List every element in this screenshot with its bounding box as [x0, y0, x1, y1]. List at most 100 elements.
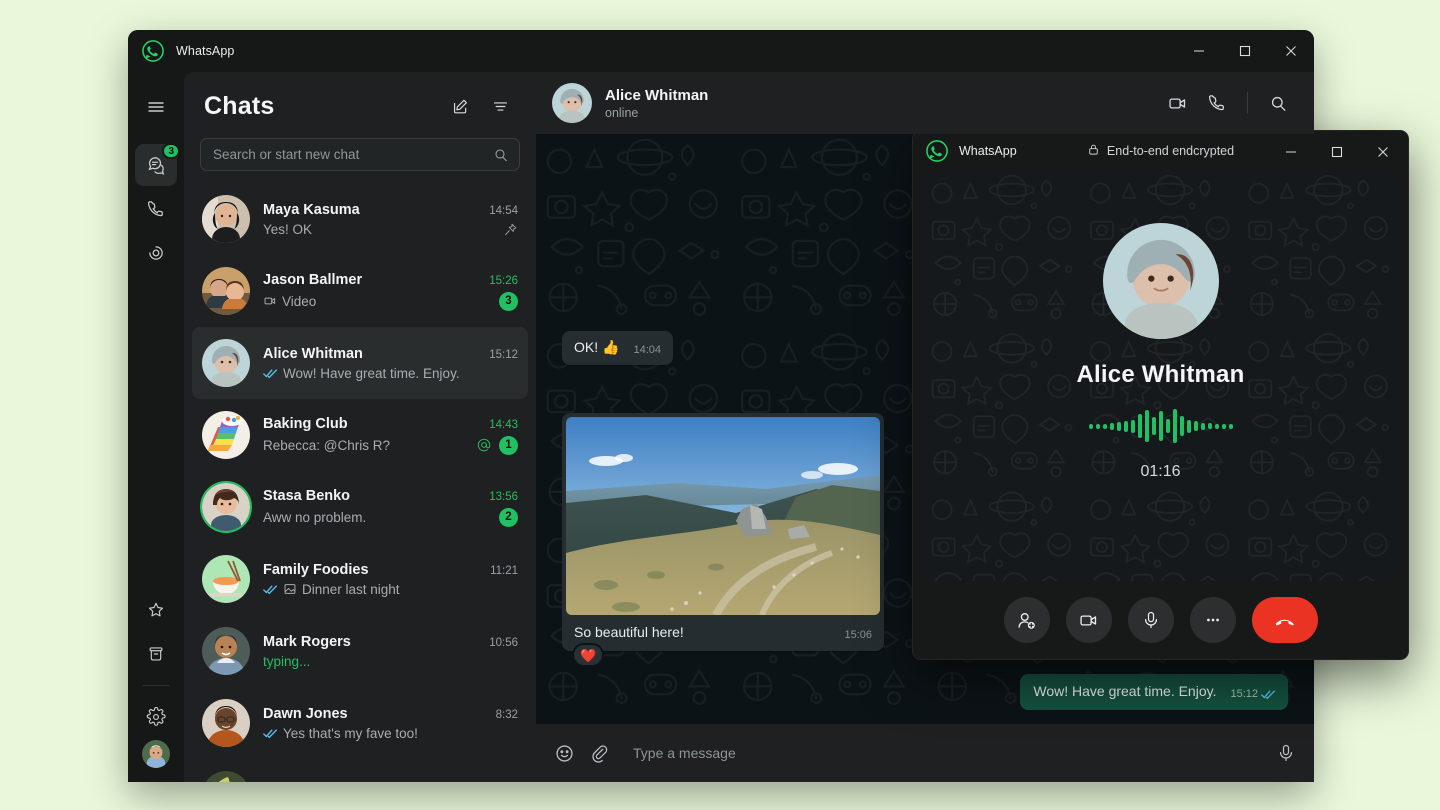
sidebar-item-archived[interactable]	[135, 633, 177, 675]
waveform-bar	[1117, 422, 1121, 431]
message-timestamp: 15:12	[1230, 685, 1276, 704]
conversation-status: online	[605, 106, 708, 120]
attach-icon[interactable]	[589, 743, 609, 763]
search-in-chat-button[interactable]	[1260, 85, 1296, 121]
sidebar-item-starred[interactable]	[135, 589, 177, 631]
message-bubble[interactable]: OK! 👍 14:04	[562, 331, 673, 365]
chat-name: Family Foodies	[263, 562, 369, 578]
call-window-title: WhatsApp	[959, 144, 1017, 158]
chat-timestamp: 13:56	[481, 491, 518, 503]
chat-name: Baking Club	[263, 416, 348, 432]
chat-list-item[interactable]: Ziggy Woodley8:12	[192, 759, 528, 782]
maximize-button[interactable]	[1222, 30, 1268, 72]
call-close-button[interactable]	[1360, 131, 1406, 173]
chat-list-item[interactable]: Jason Ballmer15:26Video3	[192, 255, 528, 327]
call-contact-avatar	[1103, 223, 1219, 339]
toggle-video-button[interactable]	[1066, 597, 1112, 643]
chat-avatar	[202, 771, 250, 782]
chat-list-item[interactable]: Alice Whitman 15:12 Wow! Have great time. …	[192, 327, 528, 399]
chat-timestamp: 15:26	[481, 275, 518, 287]
chat-meta: 2	[491, 508, 518, 527]
message-input[interactable]: Type a message	[623, 745, 1262, 761]
menu-button[interactable]	[135, 86, 177, 128]
navigation-rail: 3	[128, 72, 184, 782]
photo-icon	[283, 582, 297, 596]
encryption-label: End-to-end endcrypted	[1107, 144, 1234, 158]
conversation-title: Alice Whitman	[605, 87, 708, 104]
new-chat-button[interactable]	[444, 90, 476, 122]
header-divider	[1247, 92, 1248, 114]
voice-call-button[interactable]	[1199, 85, 1235, 121]
toggle-mute-button[interactable]	[1128, 597, 1174, 643]
chat-avatar	[202, 627, 250, 675]
waveform-bar	[1194, 421, 1198, 431]
chat-list-item[interactable]: Mark Rogers10:56typing...	[192, 615, 528, 687]
end-call-button[interactable]	[1252, 597, 1318, 643]
chat-list-item[interactable]: Maya Kasuma14:54Yes! OK	[192, 183, 528, 255]
chat-avatar	[202, 267, 250, 315]
video-call-button[interactable]	[1159, 85, 1195, 121]
message-reaction[interactable]: ❤️	[572, 643, 604, 667]
chat-timestamp: 11:21	[482, 565, 518, 577]
chat-preview: typing...	[263, 654, 310, 669]
chat-preview: Rebecca: @Chris R?	[263, 438, 390, 453]
chat-list-item[interactable]: Family Foodies11:21Dinner last night	[192, 543, 528, 615]
message-image[interactable]	[566, 417, 880, 615]
chat-list[interactable]: Maya Kasuma14:54Yes! OK Jason Ballmer15:…	[184, 179, 536, 782]
message-bubble-image[interactable]: So beautiful here! 15:06 ❤️	[562, 413, 884, 651]
waveform-bar	[1159, 411, 1163, 441]
waveform-bar	[1180, 416, 1184, 436]
waveform-bar	[1215, 424, 1219, 429]
add-participant-button[interactable]	[1004, 597, 1050, 643]
voice-call-window: WhatsApp End-to-end endcrypted	[912, 130, 1409, 660]
read-receipt-icon	[263, 728, 278, 739]
chat-timestamp: 15:12	[481, 349, 518, 361]
chat-preview-text: Aww no problem.	[263, 510, 366, 525]
sidebar-item-chats[interactable]: 3	[135, 144, 177, 186]
sidebar-item-calls[interactable]	[135, 188, 177, 230]
audio-waveform	[1089, 409, 1233, 443]
message-composer: Type a message	[536, 724, 1314, 782]
window-controls	[1176, 30, 1314, 72]
message-bubble[interactable]: Wow! Have great time. Enjoy. 15:12	[1020, 674, 1288, 710]
call-duration: 01:16	[1140, 463, 1180, 481]
chat-preview-text: Yes that's my fave too!	[283, 726, 418, 741]
microphone-icon[interactable]	[1276, 743, 1296, 763]
chat-timestamp: 8:32	[488, 709, 518, 721]
call-window-controls	[1268, 131, 1406, 171]
filter-chats-button[interactable]	[484, 90, 516, 122]
chat-preview-text: Wow! Have great time. Enjoy.	[283, 366, 460, 381]
waveform-bar	[1124, 421, 1128, 432]
chat-preview-text: Yes! OK	[263, 222, 312, 237]
call-maximize-button[interactable]	[1314, 131, 1360, 173]
profile-avatar[interactable]	[142, 740, 170, 768]
whatsapp-logo-icon	[926, 140, 948, 162]
close-button[interactable]	[1268, 30, 1314, 72]
waveform-bar	[1187, 420, 1191, 433]
chat-name: Alice Whitman	[263, 346, 363, 362]
waveform-bar	[1201, 423, 1205, 430]
more-options-button[interactable]	[1190, 597, 1236, 643]
call-minimize-button[interactable]	[1268, 131, 1314, 173]
chat-preview: Yes that's my fave too!	[263, 726, 418, 741]
chat-preview: Video	[263, 294, 316, 309]
sidebar-item-settings[interactable]	[135, 696, 177, 738]
chat-list-item[interactable]: Dawn Jones8:32Yes that's my fave too!	[192, 687, 528, 759]
page-title: Chats	[204, 92, 274, 121]
chat-list-item[interactable]: Stasa Benko13:56Aww no problem.2	[192, 471, 528, 543]
chats-unread-badge: 3	[162, 143, 180, 159]
pin-icon	[503, 222, 518, 237]
message-caption: So beautiful here!	[574, 623, 688, 642]
waveform-bar	[1089, 424, 1093, 429]
emoji-icon[interactable]	[554, 743, 575, 764]
contact-avatar[interactable]	[552, 83, 592, 123]
waveform-bar	[1103, 424, 1107, 429]
call-stage: Alice Whitman 01:16	[923, 171, 1398, 581]
message-timestamp: 14:04	[633, 341, 661, 360]
chat-timestamp: 14:43	[481, 419, 518, 431]
sidebar-item-status[interactable]	[135, 232, 177, 274]
search-input[interactable]: Search or start new chat	[200, 138, 520, 171]
minimize-button[interactable]	[1176, 30, 1222, 72]
unread-badge: 3	[499, 292, 518, 311]
chat-list-item[interactable]: Baking Club14:43Rebecca: @Chris R?1	[192, 399, 528, 471]
